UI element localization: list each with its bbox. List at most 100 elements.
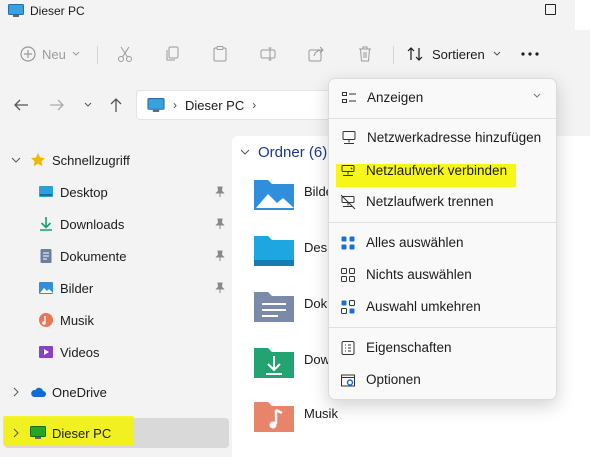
navigation-pane: Schnellzugriff Desktop Downloads Dokumen… — [0, 136, 232, 457]
arrow-right-icon — [50, 99, 64, 111]
rename-button[interactable] — [259, 40, 277, 68]
chevron-down-icon — [493, 51, 501, 56]
picture-icon — [39, 282, 53, 294]
menu-item-label: Anzeigen — [367, 90, 424, 105]
menu-divider — [329, 118, 556, 119]
sidebar-item-label: Bilder — [60, 281, 94, 296]
documents-folder-icon — [254, 292, 294, 322]
sidebar-item-desktop[interactable]: Desktop — [0, 177, 232, 207]
sidebar-item-label: Dieser PC — [52, 426, 112, 441]
scissors-icon — [118, 46, 132, 62]
menu-item-options[interactable]: Optionen — [332, 365, 552, 395]
pictures-folder-icon — [254, 180, 294, 210]
close-button[interactable] — [575, 0, 590, 30]
command-bar: Neu Sortieren — [0, 30, 590, 78]
sidebar-item-label: Videos — [60, 345, 100, 360]
view-icon — [342, 92, 356, 103]
arrow-left-icon — [14, 99, 28, 111]
sidebar-item-music[interactable]: Musik — [0, 305, 232, 335]
sidebar-item-label: Schnellzugriff — [52, 153, 130, 168]
group-label: Ordner (6) — [258, 144, 328, 161]
arrow-up-icon — [110, 98, 122, 112]
this-pc-icon — [147, 97, 165, 112]
cut-button[interactable] — [116, 40, 134, 68]
chevron-right-icon[interactable] — [10, 386, 22, 398]
new-button[interactable]: Neu — [20, 40, 80, 68]
network-location-icon — [342, 131, 356, 144]
chevron-right-icon[interactable] — [10, 427, 22, 439]
menu-item-properties[interactable]: Eigenschaften — [332, 333, 552, 363]
sidebar-item-this-pc-row[interactable]: Dieser PC — [0, 418, 232, 448]
chevron-down-icon[interactable] — [10, 154, 22, 166]
plus-circle-icon — [20, 46, 36, 62]
sort-button[interactable]: Sortieren — [406, 40, 501, 68]
sort-label: Sortieren — [432, 46, 485, 62]
this-pc-icon — [8, 4, 24, 17]
folder-name: Dow — [304, 352, 331, 367]
more-options-button[interactable] — [520, 40, 540, 68]
breadcrumb-item[interactable]: Dieser PC — [185, 98, 244, 113]
new-label: Neu — [42, 46, 66, 62]
sidebar-item-onedrive[interactable]: OneDrive — [0, 377, 232, 407]
share-icon — [308, 46, 324, 62]
copy-icon — [166, 46, 179, 61]
menu-item-select-none[interactable]: Nichts auswählen — [332, 260, 552, 290]
trash-icon — [359, 46, 371, 62]
download-icon — [40, 217, 52, 231]
sidebar-item-downloads[interactable]: Downloads — [0, 209, 232, 239]
sidebar-item-label: Musik — [60, 313, 94, 328]
video-icon — [39, 346, 53, 358]
pin-icon[interactable] — [214, 186, 226, 198]
menu-item-select-all[interactable]: Alles auswählen — [332, 228, 552, 258]
disconnect-drive-icon — [340, 194, 356, 210]
chevron-down-icon — [84, 102, 92, 107]
menu-item-label: Eigenschaften — [366, 340, 452, 355]
chevron-down-icon — [533, 93, 541, 98]
sidebar-item-quick-access[interactable]: Schnellzugriff — [0, 145, 232, 175]
downloads-folder-icon — [254, 348, 294, 378]
music-folder-icon — [254, 402, 294, 432]
paste-button[interactable] — [211, 40, 229, 68]
menu-item-label: Netzlaufwerk trennen — [366, 194, 494, 209]
pin-icon[interactable] — [214, 250, 226, 262]
clipboard-icon — [213, 46, 227, 62]
menu-item-map-network-drive[interactable]: Netzlaufwerk verbinden — [332, 156, 552, 186]
rename-icon — [260, 47, 276, 61]
sidebar-item-videos[interactable]: Videos — [0, 337, 232, 367]
menu-item-add-network-location[interactable]: Netzwerkadresse hinzufügen — [333, 123, 553, 153]
menu-item-invert-selection[interactable]: Auswahl umkehren — [332, 292, 552, 322]
menu-item-view[interactable]: Anzeigen — [333, 83, 553, 113]
back-button[interactable] — [12, 96, 30, 114]
delete-button[interactable] — [356, 40, 374, 68]
star-icon — [31, 153, 45, 167]
menu-item-disconnect-network-drive[interactable]: Netzlaufwerk trennen — [332, 187, 552, 217]
menu-item-label: Netzlaufwerk verbinden — [366, 163, 508, 178]
sort-arrows-icon — [407, 47, 423, 61]
pin-icon[interactable] — [214, 218, 226, 230]
recent-locations-button[interactable] — [79, 96, 97, 114]
chevron-right-icon[interactable]: › — [252, 98, 256, 112]
desktop-icon — [39, 186, 53, 197]
sidebar-item-label: OneDrive — [52, 385, 107, 400]
share-button[interactable] — [307, 40, 325, 68]
toolbar-divider — [393, 46, 394, 64]
maximize-button[interactable] — [545, 4, 556, 15]
menu-item-label: Optionen — [366, 372, 421, 387]
pin-icon[interactable] — [214, 282, 226, 294]
select-all-icon — [341, 236, 355, 250]
up-button[interactable] — [107, 96, 125, 114]
menu-divider — [329, 222, 556, 223]
copy-button[interactable] — [164, 40, 182, 68]
map-drive-icon — [341, 165, 355, 176]
sidebar-item-label: Downloads — [60, 217, 125, 232]
chevron-down-icon — [72, 51, 80, 56]
folder-item[interactable]: Musik — [252, 398, 372, 448]
window-title: Dieser PC — [30, 4, 85, 18]
chevron-right-icon: › — [173, 98, 177, 112]
sidebar-item-pictures[interactable]: Bilder — [0, 273, 232, 303]
forward-button[interactable] — [48, 96, 66, 114]
folders-group-header[interactable]: Ordner (6) — [240, 144, 327, 161]
sidebar-item-label: Dokumente — [60, 249, 127, 264]
sidebar-item-documents[interactable]: Dokumente — [0, 241, 232, 271]
options-icon — [341, 374, 355, 387]
